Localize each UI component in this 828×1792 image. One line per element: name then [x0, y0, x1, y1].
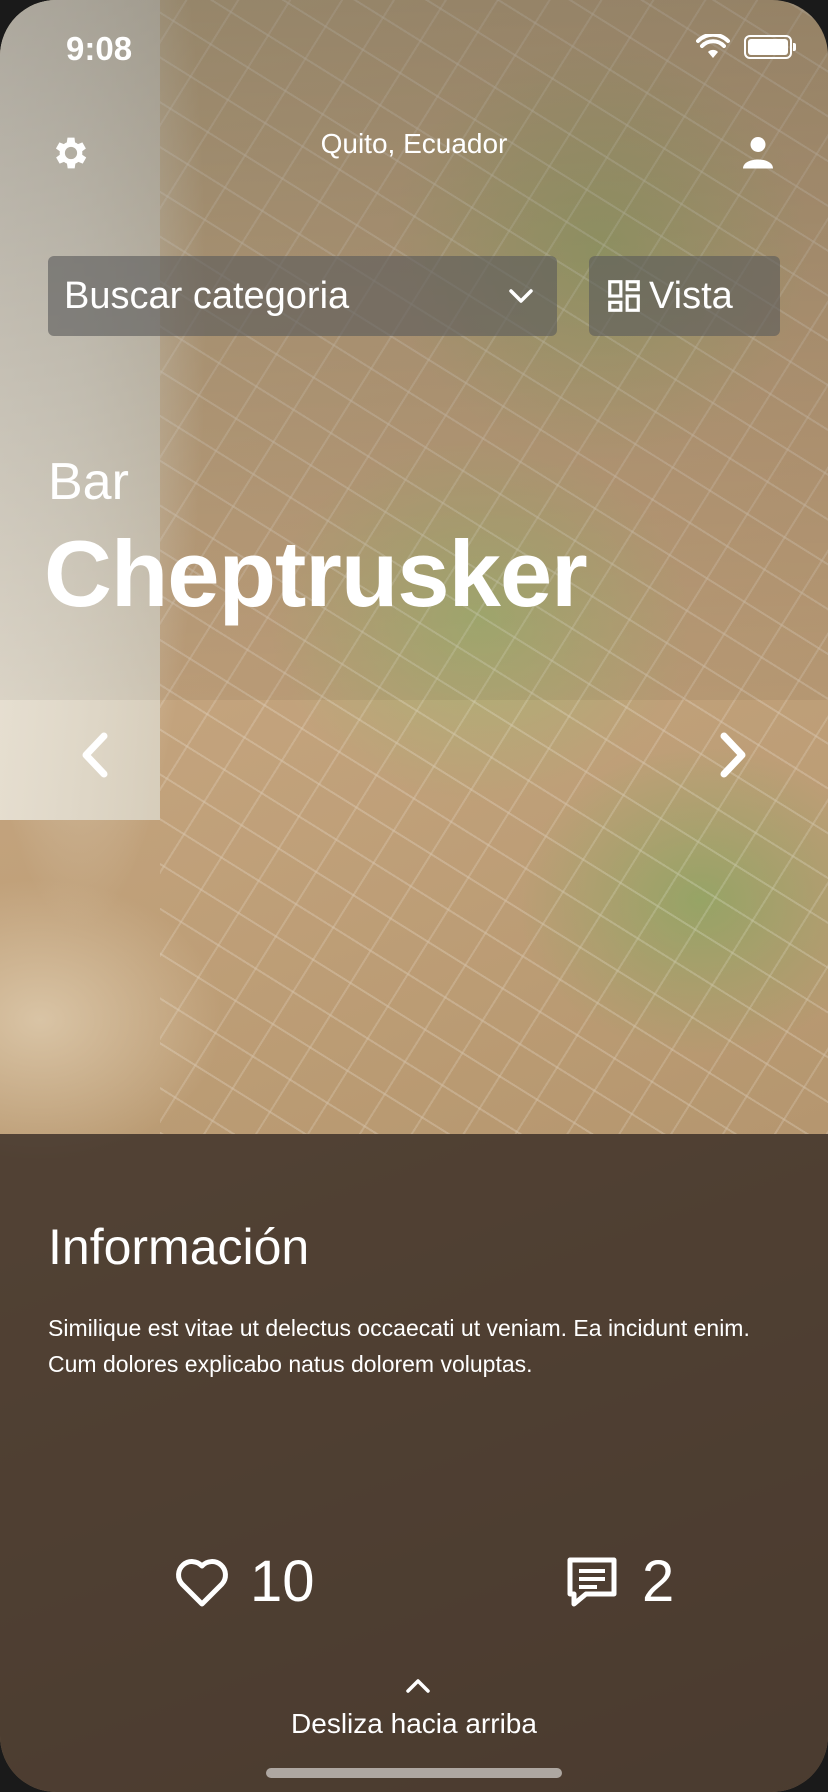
category-search-placeholder: Buscar categoria	[64, 274, 350, 317]
view-button-label: Vista	[649, 274, 733, 317]
wifi-icon	[696, 34, 730, 58]
heart-icon	[176, 1558, 228, 1606]
likes-count: 10	[250, 1549, 315, 1614]
dashboard-grid-icon	[608, 280, 640, 312]
chevron-left-icon[interactable]	[78, 730, 112, 780]
status-time: 9:08	[66, 30, 133, 67]
place-category: Bar	[48, 453, 129, 511]
info-description: Similique est vitae ut delectus occaecat…	[48, 1315, 750, 1377]
place-name: Cheptrusker	[44, 521, 588, 626]
status-icons	[696, 34, 796, 60]
view-button[interactable]: Vista	[589, 256, 780, 336]
location-label: Quito, Ecuador	[320, 128, 508, 159]
user-icon[interactable]	[740, 134, 776, 170]
chevron-right-icon[interactable]	[716, 730, 750, 780]
likes-button[interactable]: 10	[174, 1548, 315, 1615]
comments-count: 2	[642, 1549, 675, 1614]
home-indicator[interactable]	[266, 1768, 562, 1778]
chevron-up-icon[interactable]	[404, 1676, 432, 1694]
category-search-dropdown[interactable]: Buscar categoria	[48, 256, 557, 336]
battery-level	[748, 39, 788, 55]
chevron-down-icon	[509, 289, 533, 303]
info-title: Información	[48, 1219, 310, 1275]
comment-icon	[567, 1557, 617, 1606]
battery-icon	[744, 35, 796, 59]
comments-button[interactable]: 2	[564, 1548, 674, 1615]
swipe-up-label[interactable]: Desliza hacia arriba	[0, 1708, 828, 1740]
app-screen: 9:08 Quito, Ecuador Buscar categoria Vis…	[0, 0, 828, 1792]
